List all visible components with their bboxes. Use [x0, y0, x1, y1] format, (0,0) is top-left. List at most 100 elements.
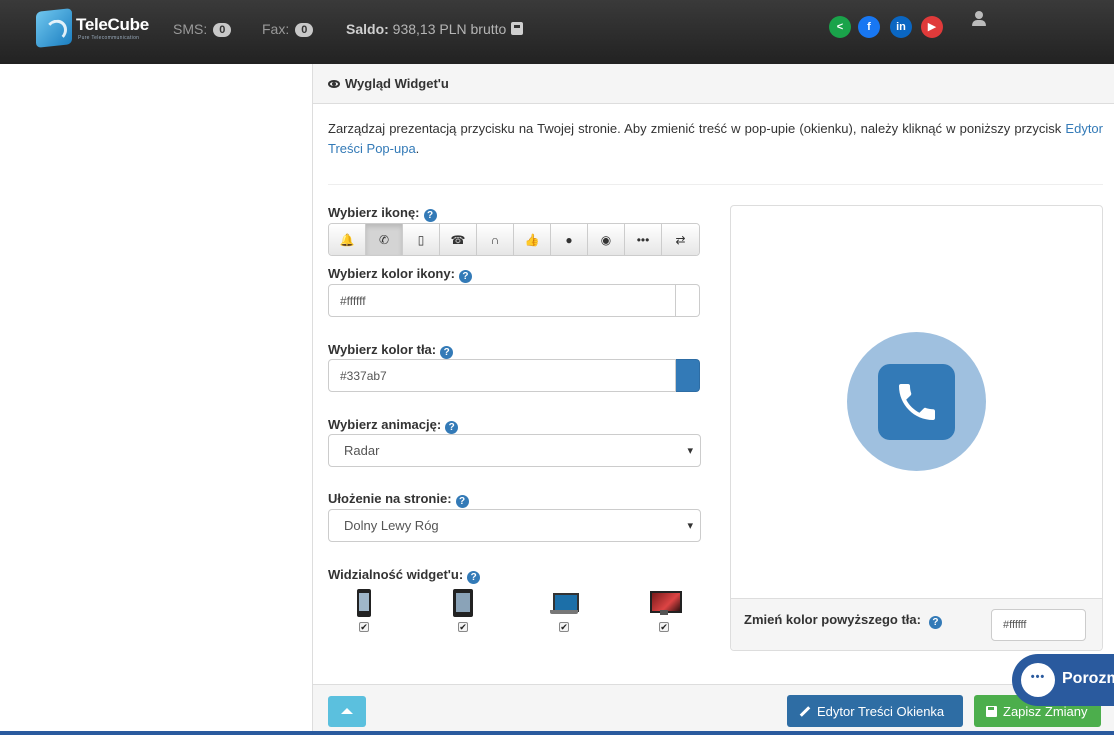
fax-counter[interactable]: Fax: 0 — [262, 21, 314, 38]
icon-option-phone[interactable]: ✆ — [366, 224, 403, 255]
device-visibility: ✔ ✔ ✔ ✔ — [328, 589, 700, 644]
icon-option-transfer[interactable]: ⇄ — [662, 224, 699, 255]
record-icon: ◉ — [600, 232, 612, 247]
phone-icon: ✆ — [378, 232, 390, 247]
device-laptop: ✔ — [544, 589, 584, 632]
icon-option-thumbs-up[interactable]: 👍 — [514, 224, 551, 255]
icon-color-swatch[interactable] — [676, 284, 700, 317]
headset-icon: ∩ — [490, 232, 500, 247]
top-navbar: TeleCube Pure Telecommunication SMS: 0 Fa… — [0, 0, 1114, 64]
help-icon[interactable]: ? — [455, 495, 469, 508]
phone-icon — [899, 384, 935, 420]
radar-animation — [847, 332, 986, 471]
fax-label: Fax: — [262, 21, 290, 37]
sms-label: SMS: — [173, 21, 208, 37]
icon-option-headset[interactable]: ∩ — [477, 224, 514, 255]
brand-tagline: Pure Telecommunication — [78, 35, 140, 41]
preview-bg-input[interactable]: #ffffff — [991, 609, 1086, 641]
desktop-icon — [650, 591, 682, 617]
brand-name: TeleCube — [76, 15, 149, 34]
bg-color-label: Wybierz kolor tła:? — [328, 342, 454, 359]
saldo-label: Saldo: — [346, 21, 389, 37]
icon-option-bell[interactable]: 🔔 — [329, 224, 366, 255]
help-icon[interactable]: ? — [423, 209, 437, 222]
laptop-icon — [550, 593, 579, 617]
saldo-display[interactable]: Saldo: 938,13 PLN brutto — [346, 21, 524, 37]
position-select[interactable]: Dolny Lewy Róg — [328, 509, 701, 542]
icon-option-telephone[interactable]: ☎ — [440, 224, 477, 255]
icon-color-input[interactable]: #ffffff — [328, 284, 676, 317]
transfer-icon: ⇄ — [675, 232, 686, 247]
icon-picker: 🔔 ✆ ▯ ☎ ∩ 👍 ● ◉ ••• ⇄ — [328, 223, 700, 256]
icon-color-label: Wybierz kolor ikony:? — [328, 266, 472, 283]
dots-icon: ••• — [636, 232, 650, 247]
animation-select[interactable]: Radar — [328, 434, 701, 467]
user-icon[interactable] — [971, 11, 987, 27]
device-tablet: ✔ — [443, 589, 483, 632]
bg-color-label-text: Wybierz kolor tła: — [328, 342, 437, 357]
icon-label: Wybierz ikonę:? — [328, 205, 437, 222]
sms-counter[interactable]: SMS: 0 — [173, 21, 232, 38]
visibility-label-text: Widzialność widget'u: — [328, 567, 464, 582]
pencil-icon — [799, 705, 811, 717]
icon-color-group: #ffffff — [328, 284, 700, 317]
facebook-icon[interactable]: f — [858, 16, 880, 38]
preview-bg-label-text: Zmień kolor powyższego tła: — [744, 612, 921, 627]
bg-color-group: #337ab7 — [328, 359, 700, 392]
chat-label: Porozmawiaj — [1062, 670, 1114, 687]
share-icon[interactable]: < — [829, 16, 851, 38]
bg-color-swatch[interactable] — [676, 359, 700, 392]
tablet-checkbox[interactable]: ✔ — [458, 622, 468, 632]
animation-value: Radar — [344, 443, 380, 458]
fax-badge: 0 — [295, 23, 314, 37]
telecube-logo[interactable]: TeleCube Pure Telecommunication — [36, 8, 149, 48]
help-icon[interactable]: ? — [467, 571, 481, 584]
position-label-text: Ułożenie na stronie: — [328, 491, 452, 506]
phone-checkbox[interactable]: ✔ — [359, 622, 369, 632]
wallet-icon — [511, 22, 524, 35]
desktop-checkbox[interactable]: ✔ — [659, 622, 669, 632]
panel-heading: Wygląd Widget'u — [313, 64, 1114, 104]
thumbs-up-icon: 👍 — [524, 232, 540, 247]
linkedin-icon[interactable]: in — [890, 16, 912, 38]
mobile-icon: ▯ — [417, 232, 425, 247]
animation-label-text: Wybierz animację: — [328, 417, 442, 432]
panel-title: Wygląd Widget'u — [345, 76, 449, 91]
intro-end: . — [415, 141, 420, 156]
widget-preview: Zmień kolor powyższego tła:? #ffffff — [730, 205, 1103, 651]
chat-widget[interactable]: Porozmawiaj — [1012, 654, 1114, 706]
globe-icon: ● — [565, 232, 573, 247]
position-label: Ułożenie na stronie:? — [328, 491, 469, 508]
help-icon[interactable]: ? — [458, 270, 472, 283]
preview-footer: Zmień kolor powyższego tła:? #ffffff — [731, 598, 1102, 650]
eye-icon — [328, 80, 340, 88]
widget-appearance-panel: Wygląd Widget'u Zarządzaj prezentacją pr… — [312, 64, 1114, 735]
popup-editor-button[interactable]: Edytor Treści Okienka — [787, 695, 963, 727]
preview-bg-label: Zmień kolor powyższego tła:? — [744, 612, 942, 629]
help-icon[interactable]: ? — [928, 616, 942, 629]
bottom-bar — [0, 731, 1114, 735]
youtube-icon[interactable]: ▶ — [921, 16, 943, 38]
device-phone: ✔ — [344, 589, 384, 632]
help-icon[interactable]: ? — [440, 346, 454, 359]
scroll-up-button[interactable] — [328, 696, 366, 727]
widget-button[interactable] — [878, 364, 955, 440]
help-icon[interactable]: ? — [445, 421, 459, 434]
editor-button-label: Edytor Treści Okienka — [817, 703, 945, 719]
sms-badge: 0 — [213, 23, 232, 37]
icon-option-dots[interactable]: ••• — [625, 224, 662, 255]
icon-option-record[interactable]: ◉ — [588, 224, 625, 255]
divider — [328, 184, 1103, 185]
laptop-checkbox[interactable]: ✔ — [559, 622, 569, 632]
intro-sentence: Zarządzaj prezentacją przycisku na Twoje… — [328, 121, 1066, 136]
icon-label-text: Wybierz ikonę: — [328, 205, 420, 220]
telephone-icon: ☎ — [450, 232, 466, 247]
floppy-icon — [986, 705, 997, 717]
animation-label: Wybierz animację:? — [328, 417, 459, 434]
position-value: Dolny Lewy Róg — [344, 518, 439, 533]
icon-option-globe[interactable]: ● — [551, 224, 588, 255]
device-desktop: ✔ — [644, 589, 684, 632]
icon-option-mobile[interactable]: ▯ — [403, 224, 440, 255]
saldo-value: 938,13 PLN brutto — [392, 21, 507, 37]
bg-color-input[interactable]: #337ab7 — [328, 359, 676, 392]
